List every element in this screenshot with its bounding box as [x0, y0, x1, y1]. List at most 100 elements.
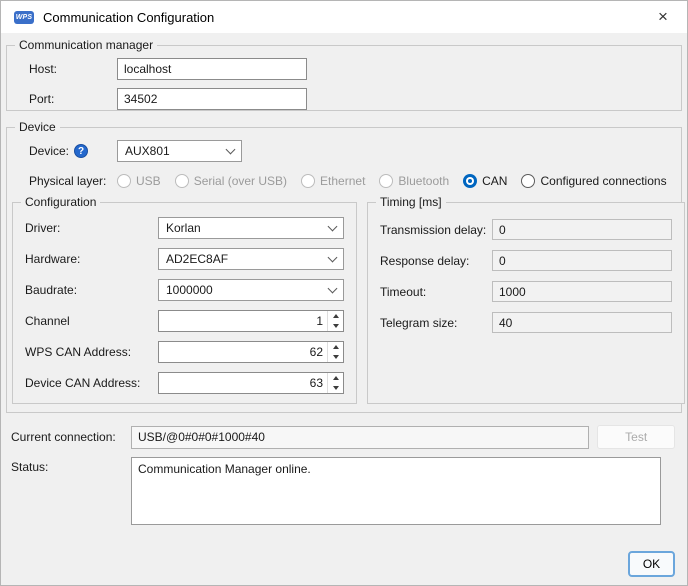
window-title: Communication Configuration [43, 10, 214, 25]
response-delay-field: 0 [492, 250, 672, 271]
driver-dropdown[interactable]: Korlan [158, 217, 344, 239]
device-label: Device: [29, 144, 69, 158]
host-input[interactable] [117, 58, 307, 80]
spin-down-button[interactable] [328, 352, 343, 362]
radio-serial-over-usb[interactable]: Serial (over USB) [175, 174, 287, 188]
communication-manager-group-label: Communication manager [15, 38, 157, 52]
device-dropdown[interactable]: AUX801 [117, 140, 242, 162]
driver-dropdown-value: Korlan [166, 221, 201, 235]
communication-configuration-dialog: WPS Communication Configuration × Commun… [0, 0, 688, 586]
port-label: Port: [29, 92, 117, 106]
inner-groups-container: Configuration Driver: Korlan Hardware: A… [12, 202, 676, 404]
transmission-delay-label: Transmission delay: [380, 223, 492, 237]
baudrate-dropdown-value: 1000000 [166, 283, 213, 297]
radio-configured-connections-icon [521, 174, 535, 188]
radio-ethernet[interactable]: Ethernet [301, 174, 365, 188]
driver-row: Driver: Korlan [25, 217, 344, 239]
telegram-size-value: 40 [499, 316, 512, 330]
chevron-down-icon [328, 252, 338, 262]
wps-can-spin-buttons [327, 342, 343, 362]
channel-row: Channel [25, 310, 344, 332]
radio-configured-connections-label: Configured connections [540, 174, 666, 188]
spin-up-button[interactable] [328, 342, 343, 352]
test-button[interactable]: Test [597, 425, 675, 449]
telegram-size-label: Telegram size: [380, 316, 492, 330]
radio-bluetooth[interactable]: Bluetooth [379, 174, 449, 188]
device-can-address-label: Device CAN Address: [25, 376, 158, 390]
wps-can-address-row: WPS CAN Address: [25, 341, 344, 363]
physical-layer-row: Physical layer: USB Serial (over USB) Et… [7, 174, 681, 188]
baudrate-label: Baudrate: [25, 283, 158, 297]
radio-bluetooth-label: Bluetooth [398, 174, 449, 188]
current-connection-value: USB/@0#0#0#1000#40 [138, 430, 265, 444]
radio-can-label: CAN [482, 174, 507, 188]
spin-up-button[interactable] [328, 373, 343, 383]
timeout-field: 1000 [492, 281, 672, 302]
response-delay-value: 0 [499, 254, 506, 268]
timeout-row: Timeout: 1000 [380, 281, 672, 302]
radio-bluetooth-icon [379, 174, 393, 188]
hardware-dropdown[interactable]: AD2EC8AF [158, 248, 344, 270]
configuration-group-label: Configuration [21, 195, 100, 209]
configuration-group: Configuration Driver: Korlan Hardware: A… [12, 202, 357, 404]
radio-ethernet-icon [301, 174, 315, 188]
spin-down-button[interactable] [328, 383, 343, 393]
spin-down-button[interactable] [328, 321, 343, 331]
status-textarea[interactable]: Communication Manager online. [131, 457, 661, 525]
radio-usb-label: USB [136, 174, 161, 188]
port-row: Port: [29, 88, 681, 110]
status-label: Status: [11, 457, 131, 474]
timeout-value: 1000 [499, 285, 526, 299]
radio-configured-connections[interactable]: Configured connections [521, 174, 666, 188]
wps-can-address-label: WPS CAN Address: [25, 345, 158, 359]
physical-layer-label: Physical layer: [29, 174, 117, 188]
response-delay-label: Response delay: [380, 254, 492, 268]
hardware-row: Hardware: AD2EC8AF [25, 248, 344, 270]
device-dropdown-value: AUX801 [125, 144, 170, 158]
device-can-address-input[interactable] [159, 373, 327, 393]
port-input[interactable] [117, 88, 307, 110]
arrow-up-icon [333, 314, 339, 318]
radio-serial-label: Serial (over USB) [194, 174, 287, 188]
channel-spin-buttons [327, 311, 343, 331]
arrow-down-icon [333, 386, 339, 390]
radio-ethernet-label: Ethernet [320, 174, 365, 188]
transmission-delay-row: Transmission delay: 0 [380, 219, 672, 240]
arrow-down-icon [333, 355, 339, 359]
current-connection-field: USB/@0#0#0#1000#40 [131, 426, 589, 449]
device-group: Device Device: ? AUX801 Physical layer: … [6, 127, 682, 413]
radio-serial-icon [175, 174, 189, 188]
host-row: Host: [29, 58, 681, 80]
radio-usb-icon [117, 174, 131, 188]
communication-manager-group: Communication manager Host: Port: [6, 45, 682, 111]
device-can-spin-buttons [327, 373, 343, 393]
status-row: Status: Communication Manager online. [11, 457, 675, 525]
device-label-container: Device: ? [29, 144, 117, 158]
close-icon[interactable]: × [649, 3, 677, 31]
arrow-down-icon [333, 324, 339, 328]
device-can-address-row: Device CAN Address: [25, 372, 344, 394]
baudrate-dropdown[interactable]: 1000000 [158, 279, 344, 301]
arrow-up-icon [333, 345, 339, 349]
radio-usb[interactable]: USB [117, 174, 161, 188]
wps-can-address-spinner [158, 341, 344, 363]
driver-label: Driver: [25, 221, 158, 235]
help-icon[interactable]: ? [74, 144, 88, 158]
wps-can-address-input[interactable] [159, 342, 327, 362]
device-group-label: Device [15, 120, 60, 134]
channel-input[interactable] [159, 311, 327, 331]
channel-spinner [158, 310, 344, 332]
timeout-label: Timeout: [380, 285, 492, 299]
ok-button[interactable]: OK [628, 551, 675, 577]
spin-up-button[interactable] [328, 311, 343, 321]
chevron-down-icon [328, 283, 338, 293]
channel-label: Channel [25, 314, 158, 328]
telegram-size-row: Telegram size: 40 [380, 312, 672, 333]
transmission-delay-field: 0 [492, 219, 672, 240]
radio-can[interactable]: CAN [463, 174, 507, 188]
hardware-label: Hardware: [25, 252, 158, 266]
arrow-up-icon [333, 376, 339, 380]
transmission-delay-value: 0 [499, 223, 506, 237]
wps-app-icon: WPS [14, 11, 34, 24]
timing-group: Timing [ms] Transmission delay: 0 Respon… [367, 202, 685, 404]
